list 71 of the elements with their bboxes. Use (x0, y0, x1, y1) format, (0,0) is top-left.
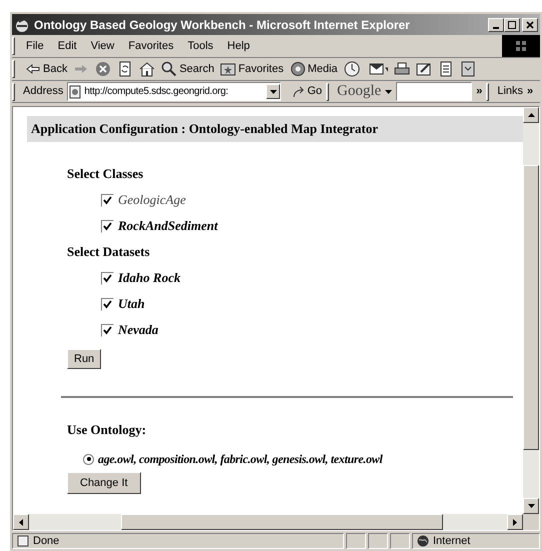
horizontal-scrollbar[interactable] (13, 514, 523, 530)
messenger-icon[interactable] (460, 61, 476, 77)
maximize-button[interactable] (504, 18, 520, 32)
run-button[interactable]: Run (67, 349, 102, 370)
menu-item[interactable]: File (19, 38, 51, 54)
up-arrow-icon[interactable] (528, 113, 534, 117)
caret-icon (385, 90, 392, 94)
close-icon (526, 20, 534, 28)
option-label: age.owl, composition.owl, fabric.owl, genesis.owl, texture.owl (98, 451, 382, 468)
status-panel (346, 533, 366, 549)
minimize-icon (493, 26, 499, 28)
status-panel (390, 533, 410, 549)
section-title: Select Classes (67, 165, 144, 183)
scrollbar-corner (523, 514, 539, 530)
links-button[interactable]: Links (497, 83, 524, 100)
chevron[interactable]: » (476, 83, 482, 100)
clock-icon[interactable] (344, 61, 360, 77)
caret-icon (270, 90, 277, 94)
status-text: Done (33, 534, 60, 549)
option-label: Utah (118, 295, 145, 314)
minimize-button[interactable] (488, 18, 504, 32)
page-heading: Application Configuration : Ontology-enabled Map Integrator (27, 116, 523, 142)
menu-item[interactable]: View (84, 38, 122, 54)
menu-item[interactable]: Help (220, 38, 257, 54)
right-arrow-icon[interactable] (513, 518, 517, 526)
down-arrow-icon[interactable] (528, 504, 534, 508)
dropdown-button[interactable] (266, 84, 280, 99)
chevron[interactable]: » (527, 83, 534, 100)
section-title: Use Ontology: (67, 421, 148, 439)
close-button[interactable] (522, 18, 538, 32)
favorites-button[interactable]: Favorites (220, 60, 284, 78)
option-label: GeologicAge (118, 191, 186, 210)
window-title: Ontology Based Geology Workbench - Microsoft Internet Explorer (34, 16, 411, 34)
edit-icon[interactable] (416, 61, 432, 77)
change-it-button[interactable]: Change It (67, 472, 141, 494)
option-label: Idaho Rock (118, 269, 180, 288)
radio-button[interactable] (83, 454, 94, 464)
search-icon[interactable] (161, 61, 178, 77)
document-icon[interactable] (438, 61, 454, 77)
menu-item[interactable]: Tools (180, 38, 220, 54)
search-button[interactable]: Search (161, 60, 214, 78)
back-arrow-icon[interactable] (25, 61, 41, 77)
vertical-scrollbar[interactable] (523, 107, 539, 514)
refresh-icon[interactable] (117, 61, 134, 77)
page-icon (17, 535, 29, 547)
scroll-thumb[interactable] (523, 165, 539, 450)
globe-icon (417, 535, 429, 547)
option-label: RockAndSediment (118, 217, 218, 236)
option-label: Nevada (118, 321, 158, 340)
menu-item[interactable]: Edit (50, 38, 84, 54)
go-button[interactable]: Go (293, 83, 322, 100)
section-title: Select Datasets (67, 243, 151, 261)
back-button[interactable]: Back (25, 60, 68, 78)
scroll-thumb[interactable] (121, 514, 443, 530)
media-button[interactable]: Media (290, 60, 338, 78)
home-icon[interactable] (139, 61, 156, 77)
status-panel (368, 533, 388, 549)
menu-item[interactable]: Favorites (121, 38, 181, 54)
media-icon[interactable] (290, 61, 306, 77)
page-icon (68, 84, 82, 98)
address-label: Address (23, 84, 64, 100)
stop-icon[interactable] (95, 61, 112, 77)
windows-logo-icon (515, 40, 527, 52)
search-brand[interactable]: Google (337, 80, 382, 103)
left-arrow-icon[interactable] (19, 518, 23, 526)
go-arrow-icon (293, 86, 306, 98)
search-field[interactable] (396, 82, 472, 101)
maximize-icon (508, 20, 516, 28)
printer-icon[interactable] (394, 61, 410, 77)
zone-text: Internet (433, 534, 470, 549)
address-field[interactable]: http://compute5.sdsc.geongrid.org: (67, 82, 282, 101)
